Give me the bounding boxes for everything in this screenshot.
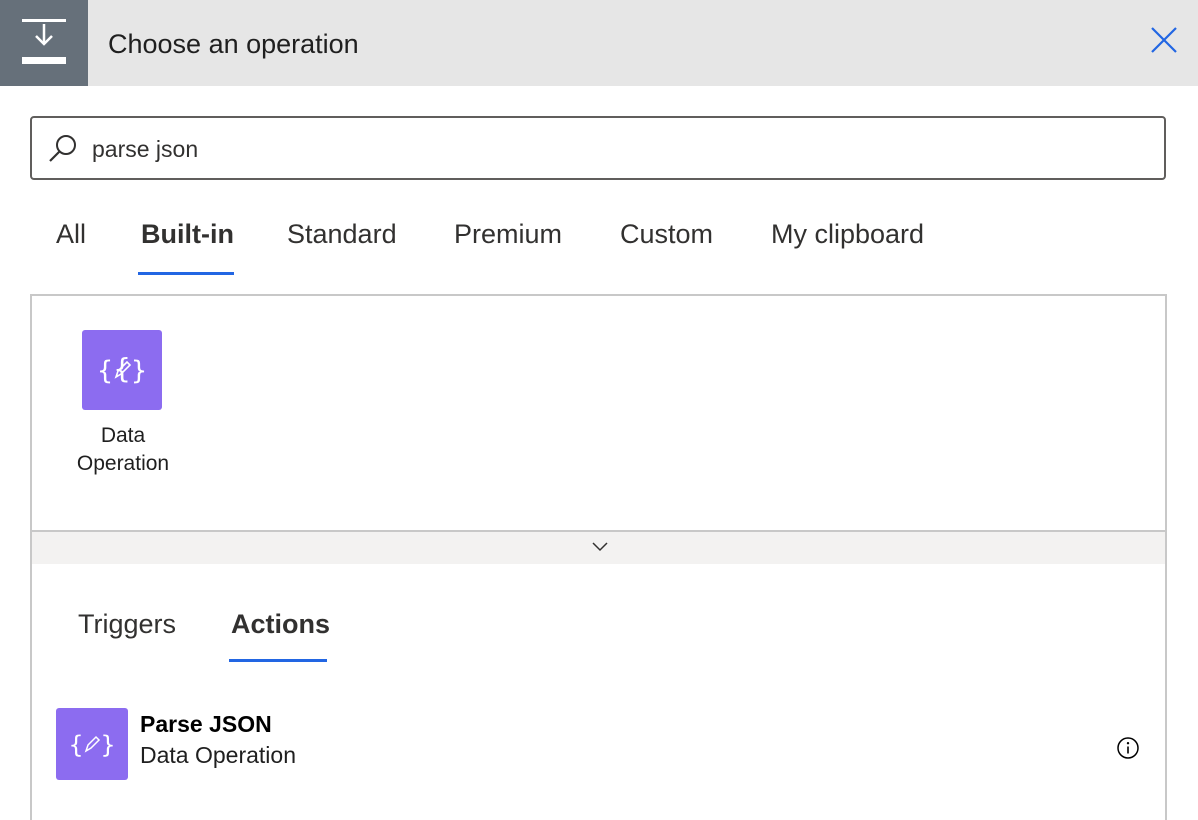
info-button[interactable] <box>1116 736 1140 760</box>
svg-text:}: } <box>100 731 115 759</box>
search-input[interactable] <box>92 130 1152 168</box>
expand-connectors-button[interactable] <box>30 530 1167 566</box>
tab-my-clipboard[interactable]: My clipboard <box>771 216 924 256</box>
close-icon <box>1151 27 1177 53</box>
close-button[interactable] <box>1146 22 1182 58</box>
panel-title: Choose an operation <box>108 29 359 59</box>
search-icon <box>49 135 76 162</box>
action-title: Parse JSON <box>140 711 272 737</box>
svg-text:{: { <box>68 731 83 759</box>
results-panel: Triggers Actions { } Parse JSON Data Ope… <box>30 564 1167 820</box>
data-operation-icon: { } <box>56 708 128 780</box>
chevron-down-icon <box>592 542 608 552</box>
svg-text:{: { <box>97 356 114 386</box>
info-icon <box>1117 737 1139 759</box>
tab-all[interactable]: All <box>56 216 86 256</box>
subtab-actions[interactable]: Actions <box>231 606 330 646</box>
tab-standard[interactable]: Standard <box>287 216 397 256</box>
svg-text:{: { <box>113 352 131 385</box>
tab-active-indicator <box>138 272 234 275</box>
action-parse-json[interactable]: { } Parse JSON Data Operation <box>56 708 1146 784</box>
svg-text:}: } <box>131 356 148 386</box>
subtab-triggers[interactable]: Triggers <box>78 606 176 646</box>
search-box[interactable] <box>30 116 1166 180</box>
tab-custom[interactable]: Custom <box>620 216 713 256</box>
action-connector-name: Data Operation <box>140 742 296 768</box>
tab-built-in[interactable]: Built-in <box>141 216 234 256</box>
panel-header: Choose an operation <box>0 0 1198 86</box>
connector-label: Data Operation <box>76 424 170 475</box>
data-operation-icon: { { } <box>82 330 162 410</box>
insert-step-icon <box>0 0 88 86</box>
tab-premium[interactable]: Premium <box>454 216 562 256</box>
connectors-panel: { { } Data Operation <box>30 294 1167 531</box>
subtab-active-indicator <box>229 659 327 662</box>
